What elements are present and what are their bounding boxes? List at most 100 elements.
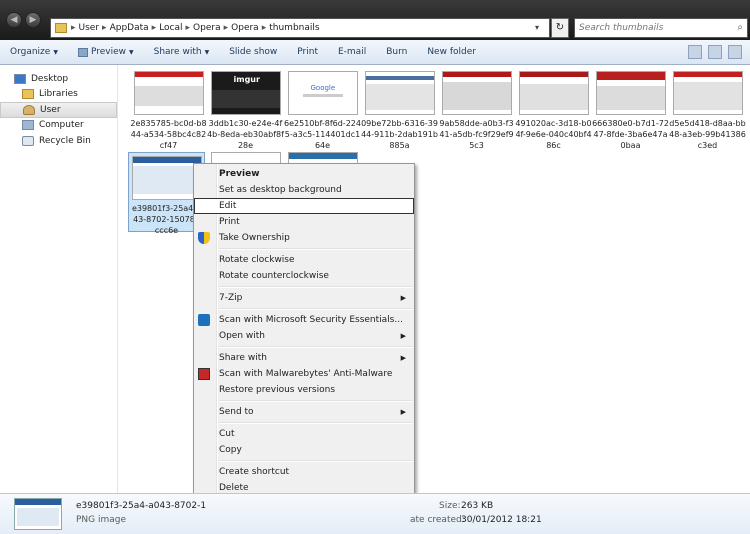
breadcrumb-user[interactable]: User [79, 23, 100, 33]
breadcrumb-separator: ▸ [223, 23, 229, 33]
shield-icon [198, 232, 210, 244]
help-icon[interactable] [728, 45, 742, 59]
menu-item-preview[interactable]: Preview [194, 166, 414, 182]
sidebar-item-recycle-bin[interactable]: Recycle Bin [0, 133, 117, 149]
file-name: 666380e0-b7d1-7247-8fde-3ba6e47a0baa [592, 119, 669, 150]
malwarebytes-icon [198, 368, 210, 380]
chevron-right-icon: ▶ [400, 332, 406, 340]
breadcrumb-opera[interactable]: Opera [193, 23, 221, 33]
menu-item-print[interactable]: Print [194, 214, 414, 230]
breadcrumb-thumbnails[interactable]: thumbnails [269, 23, 319, 33]
folder-icon [55, 23, 67, 33]
thumbnail-logo: imgur [233, 75, 260, 84]
menu-item-7-zip[interactable]: 7-Zip ▶ [194, 290, 414, 306]
file-item[interactable]: 666380e0-b7d1-7247-8fde-3ba6e47a0baa [592, 71, 669, 151]
menu-item-label: Rotate clockwise [219, 255, 295, 265]
file-name: 491020ac-3d18-b04f-9e6e-040c40bf486c [515, 119, 592, 150]
file-name: 09be72bb-6316-3944-911b-2dab191b885a [361, 119, 438, 150]
search-box[interactable]: ⌕ [574, 18, 748, 38]
sidebar-item-label: Desktop [31, 73, 69, 84]
file-item[interactable]: 09be72bb-6316-3944-911b-2dab191b885a [361, 71, 438, 151]
email-button[interactable]: E-mail [338, 47, 366, 57]
title-bar: ◀ ▶ ▸ User ▸ AppData ▸ Local ▸ Opera ▸ O… [0, 0, 750, 40]
organize-label: Organize [10, 47, 51, 57]
slide-show-button[interactable]: Slide show [229, 47, 277, 57]
menu-item-share-with[interactable]: Share with ▶ [194, 350, 414, 366]
menu-item-label: Edit [219, 201, 237, 211]
menu-item-send-to[interactable]: Send to ▶ [194, 404, 414, 420]
preview-button[interactable]: Preview ▼ [77, 47, 134, 57]
menu-item-label: Set as desktop background [219, 185, 342, 195]
sidebar-item-user[interactable]: User [0, 102, 117, 118]
sidebar-item-label: Computer [39, 120, 84, 131]
organize-button[interactable]: Organize ▼ [10, 47, 58, 57]
menu-item-edit[interactable]: Edit [194, 198, 414, 214]
sidebar-item-label: Recycle Bin [39, 135, 91, 146]
details-size-value: 263 KB [461, 501, 494, 511]
slide-show-label: Slide show [229, 47, 278, 57]
file-item[interactable]: imgur 3ddb1c30-e24e-4f4b-8eda-eb30abf8f2… [207, 71, 284, 151]
breadcrumb-local[interactable]: Local [159, 23, 182, 33]
forward-icon[interactable]: ▶ [25, 12, 41, 28]
breadcrumb-opera-2[interactable]: Opera [231, 23, 259, 33]
share-with-button[interactable]: Share with ▼ [154, 47, 210, 57]
breadcrumb-appdata[interactable]: AppData [110, 23, 149, 33]
print-button[interactable]: Print [297, 47, 318, 57]
preview-icon [77, 47, 88, 57]
menu-item-label: Rotate counterclockwise [219, 271, 329, 281]
menu-item-scan-with-microsoft-security-essentials[interactable]: Scan with Microsoft Security Essentials.… [194, 312, 414, 328]
thumbnail-image [441, 71, 512, 115]
new-folder-button[interactable]: New folder [427, 47, 476, 57]
file-item[interactable]: d5e5d418-d8aa-bb48-a3eb-99b41386c3ed [669, 71, 746, 151]
file-item[interactable]: 9ab58dde-a0b3-f341-a5db-fc9f29ef95c3 [438, 71, 515, 151]
menu-item-label: 7-Zip [219, 293, 243, 303]
chevron-right-icon: ▶ [400, 294, 406, 302]
email-label: E-mail [337, 47, 367, 57]
thumbnail-image [672, 71, 743, 115]
details-size-label: Size: [439, 501, 461, 511]
menu-item-label: Restore previous versions [219, 385, 336, 395]
breadcrumb-separator: ▸ [185, 23, 191, 33]
file-name: 3ddb1c30-e24e-4f4b-8eda-eb30abf8f28e [207, 119, 284, 150]
sidebar-item-desktop[interactable]: Desktop [0, 71, 117, 87]
view-controls [688, 45, 742, 59]
menu-item-cut[interactable]: Cut [194, 426, 414, 442]
menu-item-scan-with-malwarebytes-anti-malware[interactable]: Scan with Malwarebytes' Anti-Malware [194, 366, 414, 382]
preview-pane-icon[interactable] [708, 45, 722, 59]
thumbnail-image [518, 71, 589, 115]
thumbnail-image [131, 156, 202, 200]
sidebar-item-label: User [40, 104, 61, 115]
menu-item-take-ownership[interactable]: Take Ownership [194, 230, 414, 246]
menu-item-rotate-clockwise[interactable]: Rotate clockwise [194, 252, 414, 268]
file-name: 9ab58dde-a0b3-f341-a5db-fc9f29ef95c3 [439, 119, 514, 150]
menu-item-copy[interactable]: Copy [194, 442, 414, 458]
search-input[interactable] [579, 23, 729, 33]
thumbnail-image [364, 71, 435, 115]
menu-item-rotate-counterclockwise[interactable]: Rotate counterclockwise [194, 268, 414, 284]
burn-label: Burn [386, 47, 408, 57]
menu-item-create-shortcut[interactable]: Create shortcut [194, 464, 414, 480]
back-icon[interactable]: ◀ [6, 12, 22, 28]
chevron-right-icon: ▶ [400, 408, 406, 416]
security-essentials-icon [198, 314, 210, 326]
address-bar[interactable]: ▸ User ▸ AppData ▸ Local ▸ Opera ▸ Opera… [50, 18, 550, 38]
sidebar-item-computer[interactable]: Computer [0, 118, 117, 134]
file-item[interactable]: 2e835785-bc0d-b844-a534-58bc4c82cf47 [130, 71, 207, 151]
recycle-bin-icon [22, 135, 34, 146]
refresh-button[interactable]: ↻ [551, 18, 569, 38]
user-folder-icon [23, 104, 35, 115]
menu-item-label: Send to [219, 407, 254, 417]
file-item[interactable]: Google 6e2510bf-8f6d-2245-a3c5-114401dc1… [284, 71, 361, 151]
burn-button[interactable]: Burn [386, 47, 407, 57]
breadcrumb-separator: ▸ [71, 23, 76, 33]
thumbnail-image: Google [287, 71, 358, 115]
view-options-icon[interactable] [688, 45, 702, 59]
chevron-down-icon[interactable]: ▾ [535, 23, 545, 33]
menu-item-restore-previous-versions[interactable]: Restore previous versions [194, 382, 414, 398]
menu-item-set-as-desktop-background[interactable]: Set as desktop background [194, 182, 414, 198]
menu-item-label: Take Ownership [219, 233, 290, 243]
menu-item-open-with[interactable]: Open with ▶ [194, 328, 414, 344]
sidebar-item-libraries[interactable]: Libraries [0, 87, 117, 103]
menu-item-label: Share with [219, 353, 267, 363]
file-item[interactable]: 491020ac-3d18-b04f-9e6e-040c40bf486c [515, 71, 592, 151]
